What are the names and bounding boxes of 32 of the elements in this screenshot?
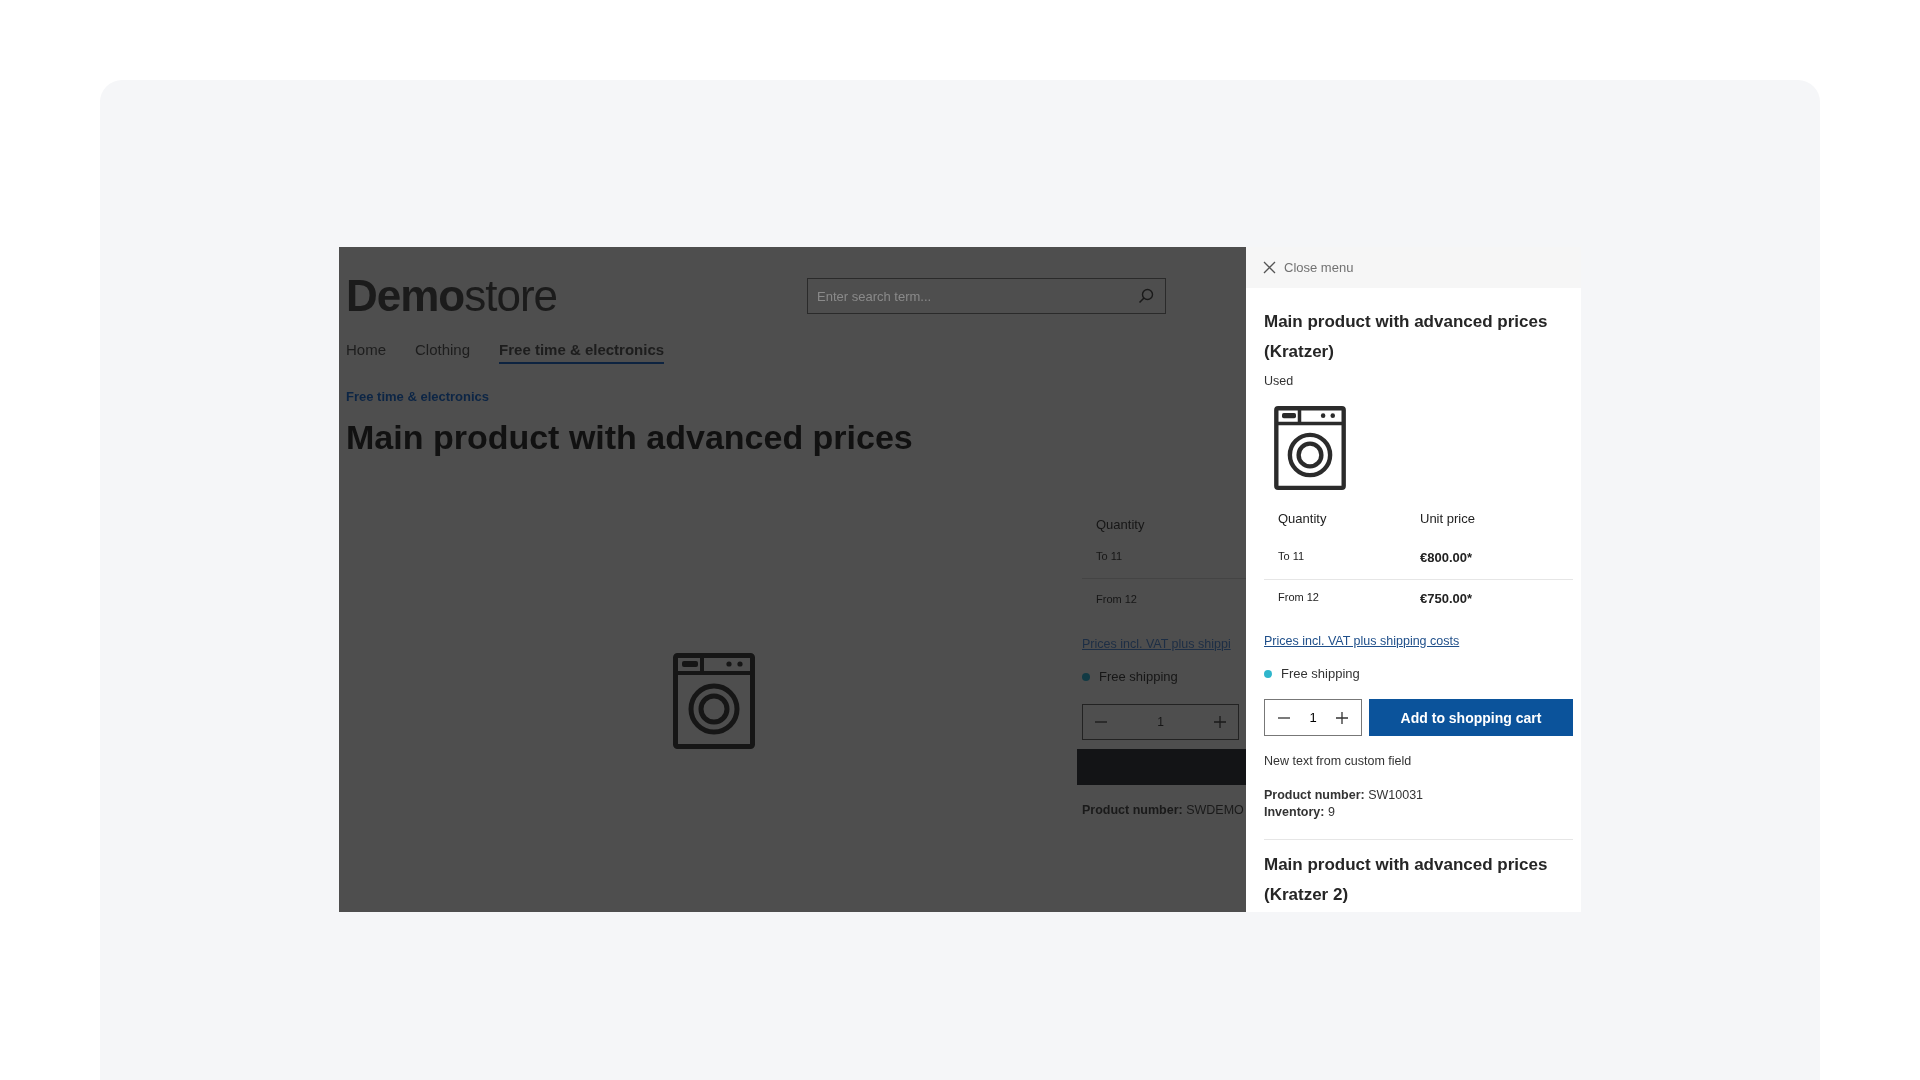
- product-detail: Product number: SW10031: [1264, 788, 1424, 802]
- table-cell-text: To 11: [1278, 550, 1306, 564]
- quantity-value: 1: [1157, 715, 1164, 729]
- shipping-status: Free shipping: [1099, 669, 1178, 684]
- column-header: Quantity: [1278, 511, 1328, 526]
- offer-title[interactable]: Main product with advanced prices (Kratzer 2): [1264, 850, 1564, 910]
- custom-field-text: New text from custom field: [1264, 754, 1412, 768]
- status-dot: [1264, 669, 1272, 678]
- add-to-cart-button[interactable]: Add to shopping cart: [1369, 699, 1573, 736]
- minus-icon[interactable]: [1278, 716, 1290, 719]
- column-header: Unit price: [1420, 511, 1475, 526]
- search-field[interactable]: Enter search term...: [807, 278, 1166, 314]
- breadcrumb-link[interactable]: Free time & electronics: [346, 389, 1246, 404]
- search-icon[interactable]: [1138, 288, 1154, 304]
- washing-machine-icon: [673, 653, 755, 749]
- shipping-status: Free shipping: [1281, 666, 1360, 681]
- quantity-stepper[interactable]: 1: [1264, 699, 1362, 736]
- product-title: Main product with advanced prices: [346, 418, 914, 457]
- close-icon[interactable]: [1263, 261, 1276, 274]
- washing-machine-icon: [1274, 406, 1346, 490]
- status-dot: [1082, 672, 1090, 681]
- condition-label: Used: [1264, 374, 1294, 388]
- column-header: Quantity: [1095, 517, 1146, 534]
- quantity-value: 1: [1309, 710, 1317, 725]
- close-menu-button[interactable]: Close menu: [1246, 247, 1581, 288]
- table-cell-text: From 12: [1278, 591, 1320, 605]
- table-cell: €800.00*: [1420, 550, 1473, 565]
- table-cell: €750.00*: [1420, 591, 1473, 606]
- vat-link[interactable]: Prices incl. VAT plus shipping costs: [1264, 634, 1460, 648]
- product-detail: Inventory: 9: [1264, 805, 1336, 819]
- offer-title[interactable]: Main product with advanced prices (Kratzer): [1264, 307, 1564, 367]
- plus-icon[interactable]: [1336, 711, 1348, 724]
